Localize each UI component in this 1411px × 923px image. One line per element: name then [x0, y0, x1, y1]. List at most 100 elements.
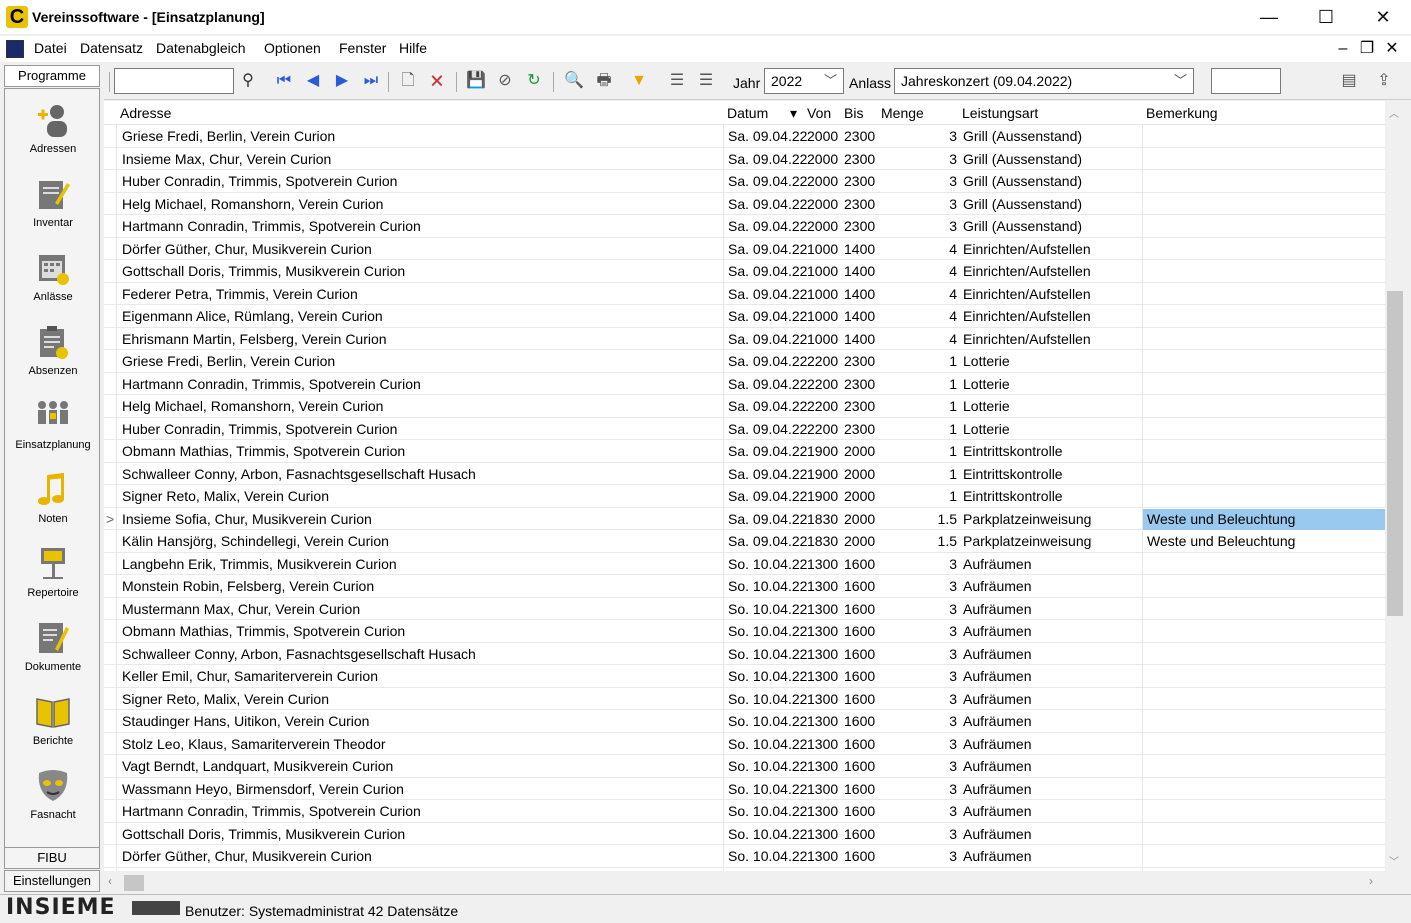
vertical-scroll-thumb[interactable]: [1387, 291, 1403, 616]
previous-record-icon[interactable]: ◀: [303, 71, 323, 91]
sidebar-item-fasnacht[interactable]: Fasnacht: [5, 755, 101, 829]
cell-bis[interactable]: 1600: [844, 623, 875, 639]
column-header-adresse[interactable]: Adresse: [120, 105, 171, 121]
save-icon[interactable]: 💾: [466, 71, 486, 91]
cell-menge[interactable]: 3: [878, 556, 957, 572]
cell-adresse[interactable]: Schwalleer Conny, Arbon, Fasnachtsgesell…: [122, 466, 476, 482]
cell-datum[interactable]: Sa. 09.04.22: [728, 263, 807, 279]
cell-leistungsart[interactable]: Aufräumen: [963, 803, 1031, 819]
cell-bis[interactable]: 1600: [844, 601, 875, 617]
cell-von[interactable]: 1300: [807, 691, 838, 707]
cell-leistungsart[interactable]: Einrichten/Aufstellen: [963, 286, 1091, 302]
cell-adresse[interactable]: Staudinger Hans, Uitikon, Verein Curion: [122, 713, 369, 729]
scroll-left-icon[interactable]: ‹: [108, 874, 112, 888]
menu-hilfe[interactable]: Hilfe: [399, 40, 427, 56]
table-row[interactable]: Obmann Mathias, Trimmis, Spotverein Curi…: [104, 620, 1385, 643]
table-row[interactable]: Vagt Berndt, Landquart, Musikverein Curi…: [104, 755, 1385, 778]
cell-datum[interactable]: Sa. 09.04.22: [728, 241, 807, 257]
table-row[interactable]: Dörfer Güther, Chur, Musikverein Curion S…: [104, 845, 1385, 868]
indent-icon[interactable]: ☰: [667, 71, 687, 91]
cell-bis[interactable]: 2300: [844, 353, 875, 369]
table-row[interactable]: Schwalleer Conny, Arbon, Fasnachtsgesell…: [104, 643, 1385, 665]
cell-leistungsart[interactable]: Aufräumen: [963, 601, 1031, 617]
sidebar-header-programme[interactable]: Programme: [4, 65, 100, 87]
new-record-icon[interactable]: 🗋: [398, 71, 418, 91]
cell-von[interactable]: 2000: [807, 218, 838, 234]
cell-bis[interactable]: 1600: [844, 736, 875, 752]
table-row[interactable]: Griese Fredi, Berlin, Verein Curion Sa. 0…: [104, 125, 1385, 148]
cell-von[interactable]: 2000: [807, 196, 838, 212]
cell-leistungsart[interactable]: Aufräumen: [963, 848, 1031, 864]
cell-bis[interactable]: 1600: [844, 826, 875, 842]
next-record-icon[interactable]: ▶: [332, 71, 352, 91]
cell-von[interactable]: 1300: [807, 578, 838, 594]
cell-datum[interactable]: So. 10.04.22: [728, 556, 807, 572]
layout-panel-icon[interactable]: ▤: [1339, 71, 1359, 91]
cell-von[interactable]: 1300: [807, 601, 838, 617]
cell-leistungsart[interactable]: Lotterie: [963, 376, 1010, 392]
cell-von[interactable]: 2200: [807, 353, 838, 369]
cell-von[interactable]: 2000: [807, 173, 838, 189]
cell-von[interactable]: 2000: [807, 151, 838, 167]
column-header-leistungsart[interactable]: Leistungsart: [962, 105, 1038, 121]
cell-datum[interactable]: Sa. 09.04.22: [728, 286, 807, 302]
cell-von[interactable]: 1300: [807, 826, 838, 842]
cell-leistungsart[interactable]: Grill (Aussenstand): [963, 151, 1082, 167]
column-header-bemerkung[interactable]: Bemerkung: [1146, 105, 1218, 121]
cell-adresse[interactable]: Huber Conradin, Trimmis, Spotverein Curi…: [122, 173, 397, 189]
table-row[interactable]: Wassmann Heyo, Birmensdorf, Verein Curio…: [104, 778, 1385, 800]
sidebar-button-einstellungen[interactable]: Einstellungen: [4, 870, 100, 892]
cell-menge[interactable]: 4: [878, 331, 957, 347]
cell-adresse[interactable]: Gottschall Doris, Trimmis, Musikverein C…: [122, 826, 405, 842]
column-header-menge[interactable]: Menge: [881, 105, 924, 121]
table-row[interactable]: Hartmann Conradin, Trimmis, Spotverein C…: [104, 215, 1385, 238]
anlass-select[interactable]: Jahreskonzert (09.04.2022) ﹀: [894, 68, 1194, 94]
cell-von[interactable]: 1300: [807, 758, 838, 774]
cell-bis[interactable]: 1400: [844, 331, 875, 347]
cell-datum[interactable]: So. 10.04.22: [728, 623, 807, 639]
menu-datenabgleich[interactable]: Datenabgleich: [156, 40, 246, 56]
cell-menge[interactable]: 3: [878, 803, 957, 819]
cell-bis[interactable]: 2300: [844, 173, 875, 189]
cell-von[interactable]: 1900: [807, 466, 838, 482]
cell-von[interactable]: 1300: [807, 713, 838, 729]
cell-von[interactable]: 1300: [807, 623, 838, 639]
menu-datei[interactable]: Datei: [34, 40, 67, 56]
binoculars-icon[interactable]: ⚲: [238, 71, 258, 91]
table-row[interactable]: Hartmann Conradin, Trimmis, Spotverein C…: [104, 373, 1385, 395]
cell-leistungsart[interactable]: Grill (Aussenstand): [963, 196, 1082, 212]
close-button[interactable]: ✕: [1354, 0, 1411, 34]
sidebar-item-repertoire[interactable]: Repertoire: [5, 533, 101, 607]
cell-von[interactable]: 1830: [807, 511, 838, 527]
cell-leistungsart[interactable]: Lotterie: [963, 421, 1010, 437]
cell-menge[interactable]: 3: [878, 578, 957, 594]
cell-datum[interactable]: So. 10.04.22: [728, 781, 807, 797]
cell-leistungsart[interactable]: Aufräumen: [963, 578, 1031, 594]
cell-bis[interactable]: 1600: [844, 758, 875, 774]
cell-bis[interactable]: 2000: [844, 488, 875, 504]
print-preview-icon[interactable]: 🔍: [564, 71, 584, 91]
cell-menge[interactable]: 4: [878, 286, 957, 302]
export-icon[interactable]: ⇪: [1374, 71, 1394, 91]
cell-leistungsart[interactable]: Aufräumen: [963, 646, 1031, 662]
table-row[interactable]: Federer Petra, Trimmis, Verein Curion Sa.…: [104, 283, 1385, 305]
cell-datum[interactable]: Sa. 09.04.22: [728, 308, 807, 324]
menu-fenster[interactable]: Fenster: [339, 40, 386, 56]
cell-von[interactable]: 1000: [807, 286, 838, 302]
table-row[interactable]: Staudinger Hans, Uitikon, Verein Curion S…: [104, 710, 1385, 733]
sidebar-item-noten[interactable]: Noten: [5, 459, 101, 533]
cell-bis[interactable]: 2300: [844, 128, 875, 144]
cell-adresse[interactable]: Griese Fredi, Berlin, Verein Curion: [122, 353, 335, 369]
cell-von[interactable]: 1300: [807, 556, 838, 572]
cell-menge[interactable]: 3: [878, 848, 957, 864]
cell-adresse[interactable]: Hartmann Conradin, Trimmis, Spotverein C…: [122, 803, 421, 819]
cell-datum[interactable]: Sa. 09.04.22: [728, 151, 807, 167]
sidebar-item-absenzen[interactable]: Absenzen: [5, 311, 101, 385]
horizontal-scrollbar[interactable]: ‹ ›: [104, 871, 1385, 893]
cell-datum[interactable]: So. 10.04.22: [728, 713, 807, 729]
cell-bis[interactable]: 2000: [844, 443, 875, 459]
cell-datum[interactable]: Sa. 09.04.22: [728, 533, 807, 549]
column-header-datum[interactable]: Datum: [727, 105, 768, 121]
cell-leistungsart[interactable]: Aufräumen: [963, 623, 1031, 639]
cell-bis[interactable]: 1600: [844, 781, 875, 797]
